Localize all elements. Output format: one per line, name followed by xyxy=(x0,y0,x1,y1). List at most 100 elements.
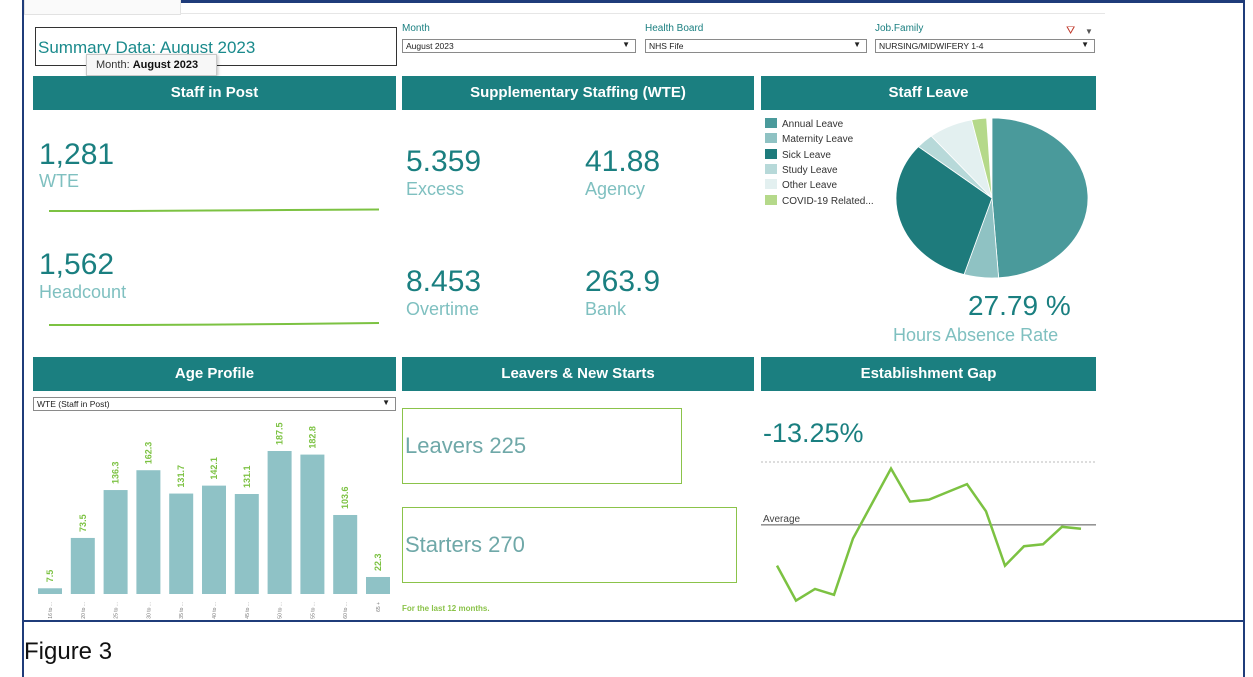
legend-swatch xyxy=(765,148,777,159)
chevron-down-icon[interactable]: ▼ xyxy=(1085,27,1093,36)
legend-item[interactable]: Other Leave xyxy=(765,179,837,191)
month-filter-select[interactable]: August 2023 ▼ xyxy=(402,39,636,53)
age-category-label: 30 to ... xyxy=(146,602,152,619)
age-bar[interactable] xyxy=(267,451,292,594)
month-filter-label: Month xyxy=(402,23,430,34)
age-bar-value-label: 142.1 xyxy=(209,457,219,480)
figure-caption: Figure 3 xyxy=(24,638,113,665)
top-border xyxy=(22,0,1245,3)
health-board-filter-value: NHS Fife xyxy=(649,41,684,51)
health-board-filter-select[interactable]: NHS Fife ▼ xyxy=(645,39,867,53)
bank-label: Bank xyxy=(585,299,627,319)
tab-divider xyxy=(180,13,1105,14)
chevron-down-icon: ▼ xyxy=(853,40,861,49)
chevron-down-icon: ▼ xyxy=(622,40,630,49)
age-category-label: 45 to ... xyxy=(245,602,251,619)
excess-value: 5.359 xyxy=(406,145,482,178)
filter-funnel-icon[interactable]: ⛛ xyxy=(1066,25,1075,38)
age-bar-value-label: 182.8 xyxy=(307,426,317,449)
legend-label: Other Leave xyxy=(782,180,838,192)
age-category-label: 20 to ... xyxy=(81,602,87,619)
leavers-note: For the last 12 months. xyxy=(402,604,490,613)
age-bar[interactable] xyxy=(38,588,62,594)
age-bar[interactable] xyxy=(366,576,390,594)
age-category-label: 35 to ... xyxy=(179,602,185,619)
chevron-down-icon: ▼ xyxy=(1081,40,1089,49)
age-bar-value-label: 131.1 xyxy=(242,465,252,488)
age-profile-chart: 7.5 16 to ... 73.5 20 to ... 136.3 25 to ... 1… xyxy=(38,422,390,619)
overtime-label: Overtime xyxy=(406,299,480,319)
headcount-label: Headcount xyxy=(39,282,127,302)
wte-sparkline xyxy=(49,208,380,212)
age-bar-value-label: 136.3 xyxy=(111,462,121,485)
age-bar[interactable] xyxy=(103,490,128,594)
age-bar[interactable] xyxy=(169,493,194,594)
legend-label: Sick Leave xyxy=(782,149,831,161)
age-bar[interactable] xyxy=(202,485,226,594)
average-label: Average xyxy=(763,514,801,525)
bank-value: 263.9 xyxy=(585,265,661,298)
legend-label: Study Leave xyxy=(782,164,838,176)
age-bar[interactable] xyxy=(136,470,161,594)
legend-swatch xyxy=(765,179,777,190)
age-profile-measure-select[interactable]: WTE (Staff in Post) ▼ xyxy=(33,397,396,411)
month-tooltip: Month: August 2023 xyxy=(86,54,217,76)
absence-rate-value: 27.79 % xyxy=(968,290,1071,321)
job-family-filter-select[interactable]: NURSING/MIDWIFERY 1-4 ▼ xyxy=(875,39,1095,53)
legend-item[interactable]: Study Leave xyxy=(765,163,838,176)
leavers-new-starts-header: Leavers & New Starts xyxy=(402,357,754,391)
staff-leave-header: Staff Leave xyxy=(761,76,1096,110)
staff-in-post-header: Staff in Post xyxy=(33,76,396,110)
overtime-value: 8.453 xyxy=(406,265,482,298)
tooltip-label: Month: xyxy=(96,59,130,71)
age-bar-value-label: 103.6 xyxy=(340,486,350,509)
dashboard-tab[interactable] xyxy=(24,0,181,15)
tooltip-value: August 2023 xyxy=(132,59,199,71)
age-category-label: 60 to ... xyxy=(343,602,349,619)
age-category-label: 50 to ... xyxy=(278,602,284,619)
legend-item[interactable]: Maternity Leave xyxy=(765,133,853,145)
agency-value: 41.88 xyxy=(585,145,661,178)
legend-item[interactable]: Annual Leave xyxy=(765,118,843,130)
legend-label: Annual Leave xyxy=(782,119,844,130)
age-category-label: 65 + xyxy=(376,602,382,612)
health-board-filter-label: Health Board xyxy=(645,23,704,34)
starters-box: Starters 270 xyxy=(402,507,737,583)
age-category-label: 25 to ... xyxy=(114,602,120,619)
age-bar-value-label: 131.7 xyxy=(176,465,186,488)
legend-swatch xyxy=(765,133,777,144)
age-bar-value-label: 162.3 xyxy=(143,442,153,465)
age-bar[interactable] xyxy=(234,494,259,594)
starters-text: Starters 270 xyxy=(405,532,525,557)
age-bar[interactable] xyxy=(70,537,95,594)
trend-line[interactable] xyxy=(775,466,1082,603)
legend-label: Maternity Leave xyxy=(782,134,854,146)
leavers-box: Leavers 225 xyxy=(402,408,682,484)
figure-bottom-border xyxy=(22,620,1245,622)
pie-slice[interactable] xyxy=(991,117,1089,279)
supplementary-staffing-header: Supplementary Staffing (WTE) xyxy=(402,76,754,110)
legend-item[interactable]: COVID-19 Related... xyxy=(765,194,874,207)
job-family-filter-label: Job.Family xyxy=(875,23,924,34)
age-bar-value-label: 7.5 xyxy=(45,570,55,583)
age-bar[interactable] xyxy=(333,514,358,594)
age-bar-value-label: 22.3 xyxy=(373,553,383,571)
headcount-sparkline xyxy=(49,322,380,326)
legend-swatch xyxy=(765,194,777,205)
month-filter-value: August 2023 xyxy=(406,41,454,51)
chevron-down-icon: ▼ xyxy=(382,398,390,407)
age-bar[interactable] xyxy=(300,454,325,594)
establishment-gap-header: Establishment Gap xyxy=(761,357,1096,391)
age-category-label: 40 to ... xyxy=(212,602,218,619)
age-profile-header: Age Profile xyxy=(33,357,396,391)
absence-rate-label: Hours Absence Rate xyxy=(893,325,1059,345)
wte-value: 1,281 xyxy=(39,138,115,171)
age-category-label: 16 to ... xyxy=(48,602,54,619)
establishment-gap-value: -13.25% xyxy=(763,418,864,448)
age-category-label: 55 to ... xyxy=(310,602,316,619)
staff-leave-pie[interactable] xyxy=(895,117,1089,279)
age-profile-measure-value: WTE (Staff in Post) xyxy=(37,399,110,409)
legend-label: COVID-19 Related... xyxy=(782,195,874,207)
legend-item[interactable]: Sick Leave xyxy=(765,148,831,161)
legend-swatch xyxy=(765,118,777,128)
